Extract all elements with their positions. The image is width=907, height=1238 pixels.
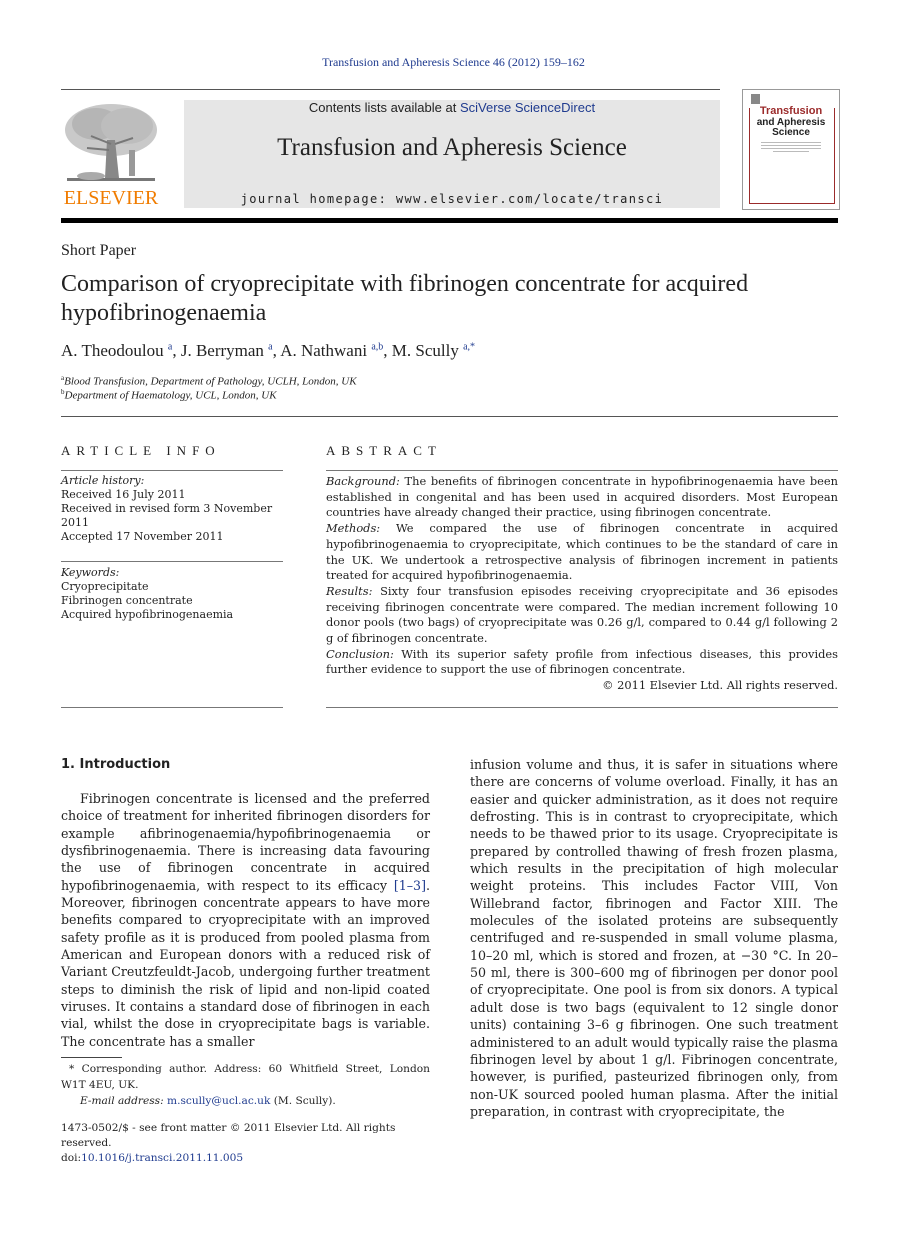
cover-title-rest: and Apheresis Science <box>743 118 839 138</box>
affiliation-text: Blood Transfusion, Department of Patholo… <box>64 375 357 388</box>
journal-masthead: Contents lists available at SciVerse Sci… <box>184 100 720 208</box>
divider <box>326 707 838 708</box>
keywords-label: Keywords: <box>61 566 120 579</box>
divider <box>61 707 283 708</box>
abstract-section-label: Conclusion: <box>326 646 394 661</box>
elsevier-logo[interactable]: ELSEVIER <box>61 100 161 210</box>
doi-link[interactable]: 10.1016/j.transci.2011.11.005 <box>81 1152 243 1164</box>
affiliation: aBlood Transfusion, Department of Pathol… <box>61 374 357 388</box>
email-link[interactable]: m.scully@ucl.ac.uk <box>167 1095 270 1107</box>
keyword-item: Cryoprecipitate <box>61 580 149 593</box>
affiliation: bDepartment of Haematology, UCL, London,… <box>61 388 277 402</box>
cover-title-line3: Science <box>772 127 810 138</box>
cover-text-line <box>761 145 821 146</box>
abstract-heading: ABSTRACT <box>326 443 442 458</box>
article-type: Short Paper <box>61 242 137 259</box>
body-paragraph: Fibrinogen concentrate is licensed and t… <box>61 790 430 1050</box>
cover-title-line1: Transfusion <box>759 105 823 117</box>
section-heading: 1. Introduction <box>61 757 171 772</box>
body-paragraph: infusion volume and thus, it is safer in… <box>470 757 838 1119</box>
paragraph-text: Fibrinogen concentrate is licensed and t… <box>61 791 430 893</box>
divider <box>61 561 283 562</box>
elsevier-wordmark: ELSEVIER <box>63 187 159 209</box>
contents-prefix: Contents lists available at <box>308 100 460 115</box>
abstract-background: Background: The benefits of fibrinogen c… <box>326 474 838 521</box>
footnote-rule <box>61 1057 122 1058</box>
email-suffix: (M. Scully). <box>270 1095 336 1107</box>
abstract-section-label: Background: <box>326 474 400 488</box>
email-note: E-mail address: m.scully@ucl.ac.uk (M. S… <box>61 1093 430 1109</box>
journal-title: Transfusion and Apheresis Science <box>277 134 627 161</box>
header-thick-rule <box>61 218 838 223</box>
body-column-left: 1. Introduction Fibrinogen concentrate i… <box>61 756 430 1050</box>
abstract-section-label: Results: <box>326 583 373 598</box>
corresponding-author-note: * Corresponding author. Address: 60 Whit… <box>61 1063 430 1091</box>
author-name: A. Nathwani <box>280 341 368 360</box>
history-item: Received in revised form 3 November 2011 <box>61 502 273 529</box>
tree-icon <box>65 104 157 181</box>
cover-text-line <box>761 142 821 143</box>
cover-elsevier-icon <box>751 94 760 104</box>
history-item: Accepted 17 November 2011 <box>61 530 224 543</box>
journal-cover-thumbnail[interactable]: Transfusion and Apheresis Science <box>742 89 840 210</box>
divider <box>326 470 838 471</box>
article-history: Article history: Received 16 July 2011 R… <box>61 474 286 544</box>
abstract-section-text: We compared the use of fibrinogen concen… <box>326 521 838 583</box>
article-info-heading: ARTICLE INFO <box>61 443 221 458</box>
abstract-methods: Methods: We compared the use of fibrinog… <box>326 521 838 584</box>
email-label: E-mail address: <box>80 1095 164 1107</box>
cover-text-line <box>773 151 809 152</box>
author-affiliation-link[interactable]: a,b <box>371 341 383 352</box>
header-rule <box>61 89 720 90</box>
divider <box>61 470 283 471</box>
issn-line: 1473-0502/$ - see front matter © 2011 El… <box>61 1122 396 1149</box>
abstract-body: Background: The benefits of fibrinogen c… <box>326 474 838 694</box>
author-name: J. Berryman <box>180 341 264 360</box>
abstract-section-text: Sixty four transfusion episodes receivin… <box>326 583 838 646</box>
contents-line: Contents lists available at SciVerse Sci… <box>184 100 720 115</box>
doi-prefix: doi: <box>61 1152 82 1164</box>
footnotes: * Corresponding author. Address: 60 Whit… <box>61 1061 430 1109</box>
journal-reference-link[interactable]: Transfusion and Apheresis Science 46 (20… <box>0 55 907 70</box>
author-affiliation-link[interactable]: a <box>168 341 172 352</box>
author-affiliation-link[interactable]: a,* <box>463 341 475 352</box>
author-name: M. Scully <box>391 341 459 360</box>
abstract-section-text: The benefits of fibrinogen concentrate i… <box>326 474 838 520</box>
author-name: A. Theodoulou <box>61 341 164 360</box>
citation-link[interactable]: [1–3] <box>394 878 426 893</box>
journal-homepage-link[interactable]: journal homepage: www.elsevier.com/locat… <box>184 192 720 206</box>
history-label: Article history: <box>61 474 145 487</box>
keywords: Keywords: Cryoprecipitate Fibrinogen con… <box>61 566 286 622</box>
cover-text-line <box>761 148 821 149</box>
keyword-item: Fibrinogen concentrate <box>61 594 193 607</box>
abstract-section-label: Methods: <box>326 521 381 536</box>
history-item: Received 16 July 2011 <box>61 488 186 501</box>
author-affiliation-link[interactable]: a <box>268 341 272 352</box>
author-list: A. Theodoulou a, J. Berryman a, A. Nathw… <box>61 341 476 360</box>
divider <box>61 416 838 417</box>
affiliation-text: Department of Haematology, UCL, London, … <box>64 389 277 402</box>
doi-line: doi:10.1016/j.transci.2011.11.005 <box>61 1151 441 1166</box>
keyword-item: Acquired hypofibrinogenaemia <box>61 608 234 621</box>
abstract-conclusion: Conclusion: With its superior safety pro… <box>326 647 838 678</box>
abstract-section-text: With its superior safety profile from in… <box>326 646 838 677</box>
abstract-copyright: © 2011 Elsevier Ltd. All rights reserved… <box>602 678 838 693</box>
front-matter: 1473-0502/$ - see front matter © 2011 El… <box>61 1121 441 1166</box>
body-column-right: infusion volume and thus, it is safer in… <box>470 756 838 1120</box>
abstract-results: Results: Sixty four transfusion episodes… <box>326 584 838 647</box>
paper-title: Comparison of cryoprecipitate with fibri… <box>61 271 749 326</box>
sciencedirect-link[interactable]: SciVerse ScienceDirect <box>460 100 595 115</box>
paragraph-text: . Moreover, fibrinogen concentrate appea… <box>61 877 430 1049</box>
